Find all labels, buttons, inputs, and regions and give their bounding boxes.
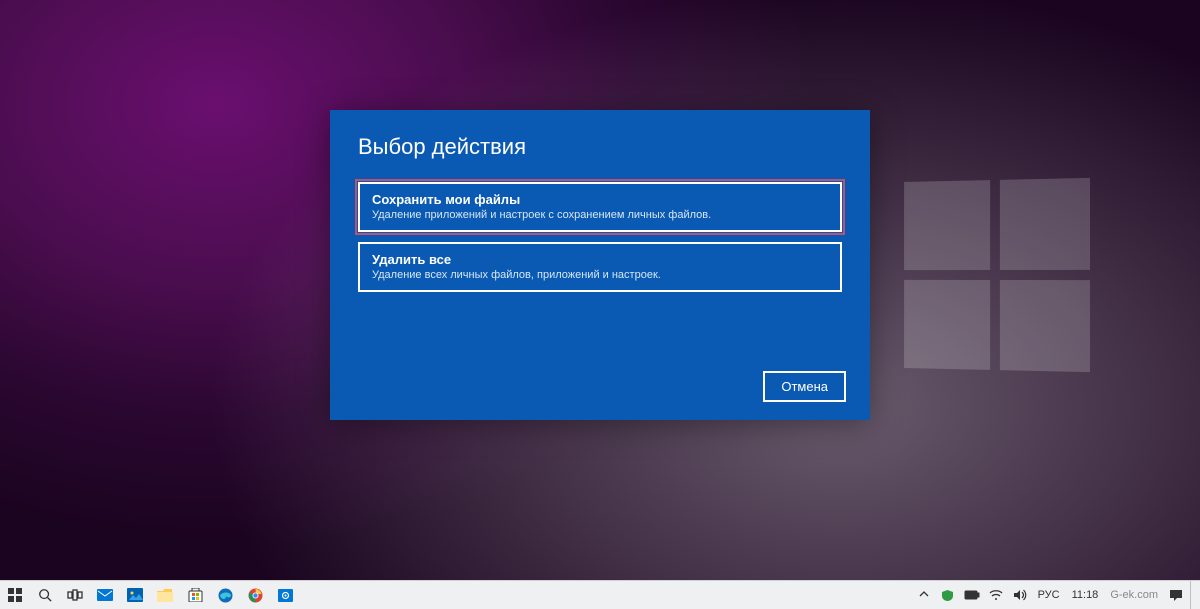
desktop-wallpaper: Выбор действия Сохранить мои файлы Удале… [0, 0, 1200, 580]
cancel-button[interactable]: Отмена [763, 371, 846, 402]
reset-pc-dialog: Выбор действия Сохранить мои файлы Удале… [330, 110, 870, 420]
battery-icon[interactable] [962, 581, 982, 609]
volume-icon[interactable] [1010, 581, 1030, 609]
security-icon[interactable] [938, 581, 958, 609]
option-desc: Удаление приложений и настроек с сохране… [372, 209, 828, 221]
wifi-icon[interactable] [986, 581, 1006, 609]
option-keep-my-files[interactable]: Сохранить мои файлы Удаление приложений … [358, 182, 842, 232]
edge-browser-icon[interactable] [210, 581, 240, 609]
language-indicator[interactable]: РУС [1034, 589, 1064, 601]
option-remove-everything[interactable]: Удалить все Удаление всех личных файлов,… [358, 242, 842, 292]
mail-app-icon[interactable] [90, 581, 120, 609]
start-button[interactable] [0, 581, 30, 609]
microsoft-store-icon[interactable] [180, 581, 210, 609]
dialog-title: Выбор действия [358, 134, 842, 160]
taskbar: РУС 11:18 G-ek.com [0, 580, 1200, 609]
photos-app-icon[interactable] [120, 581, 150, 609]
tray-overflow-icon[interactable] [914, 581, 934, 609]
option-desc: Удаление всех личных файлов, приложений … [372, 269, 828, 281]
action-center-icon[interactable] [1166, 581, 1186, 609]
file-explorer-icon[interactable] [150, 581, 180, 609]
task-view-icon[interactable] [60, 581, 90, 609]
option-title: Сохранить мои файлы [372, 192, 828, 207]
windows-logo-watermark [904, 178, 1090, 372]
clock[interactable]: 11:18 [1068, 589, 1103, 601]
settings-app-icon[interactable] [270, 581, 300, 609]
chrome-browser-icon[interactable] [240, 581, 270, 609]
watermark-text: G-ek.com [1106, 589, 1162, 601]
show-desktop-button[interactable] [1190, 581, 1196, 609]
option-title: Удалить все [372, 252, 828, 267]
search-icon[interactable] [30, 581, 60, 609]
